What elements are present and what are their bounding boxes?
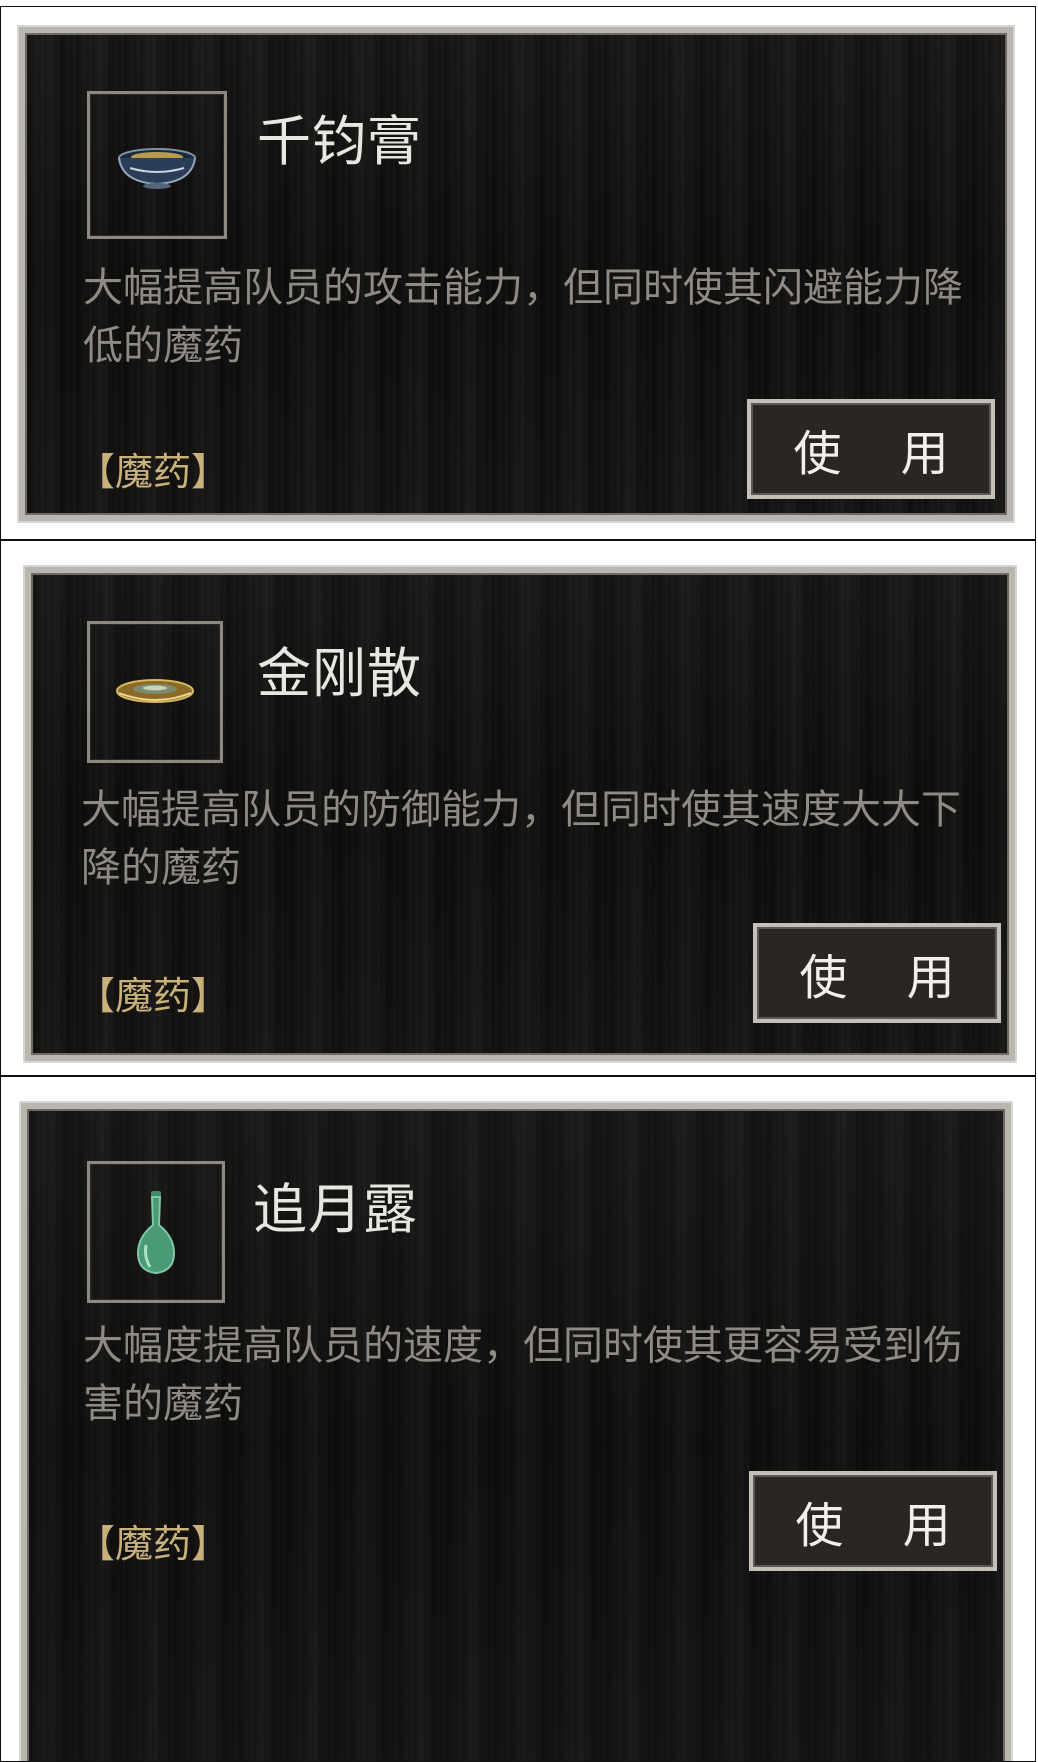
item-type-label: 【魔药】 — [77, 1522, 230, 1566]
item-card: 千钧膏 大幅提高队员的攻击能力，但同时使其闪避能力降低的魔药 【魔药】 使 用 — [19, 27, 1013, 521]
item-card: 追月露 大幅度提高队员的速度，但同时使其更容易受到伤害的魔药 【魔药】 使 用 — [21, 1103, 1011, 1761]
item-name: 追月露 — [253, 1178, 418, 1241]
item-type-label: 【魔药】 — [77, 974, 230, 1018]
bowl-icon — [118, 148, 196, 189]
use-button[interactable]: 使 用 — [747, 399, 995, 499]
use-button[interactable]: 使 用 — [749, 1471, 997, 1571]
item-description: 大幅度提高队员的速度，但同时使其更容易受到伤害的魔药 — [83, 1323, 963, 1427]
item-icon-frame — [87, 1161, 225, 1303]
item-card: 金刚散 大幅提高队员的防御能力，但同时使其速度大大下降的魔药 【魔药】 使 用 — [25, 567, 1015, 1061]
item-type-label: 【魔药】 — [77, 450, 230, 494]
item-name: 千钧膏 — [257, 110, 422, 173]
use-button[interactable]: 使 用 — [753, 923, 1001, 1023]
item-description: 大幅提高队员的攻击能力，但同时使其闪避能力降低的魔药 — [83, 265, 963, 369]
vase-icon — [136, 1191, 176, 1275]
item-icon-frame — [87, 91, 227, 239]
item-panel-3: 追月露 大幅度提高队员的速度，但同时使其更容易受到伤害的魔药 【魔药】 使 用 — [0, 1076, 1036, 1762]
item-name: 金刚散 — [257, 642, 422, 705]
item-panel-1: 千钧膏 大幅提高队员的攻击能力，但同时使其闪避能力降低的魔药 【魔药】 使 用 — [0, 6, 1036, 540]
item-panel-2: 金刚散 大幅提高队员的防御能力，但同时使其速度大大下降的魔药 【魔药】 使 用 — [0, 540, 1036, 1076]
item-description: 大幅提高队员的防御能力，但同时使其速度大大下降的魔药 — [81, 787, 961, 891]
dish-icon — [116, 679, 194, 703]
item-icon-frame — [87, 621, 223, 763]
